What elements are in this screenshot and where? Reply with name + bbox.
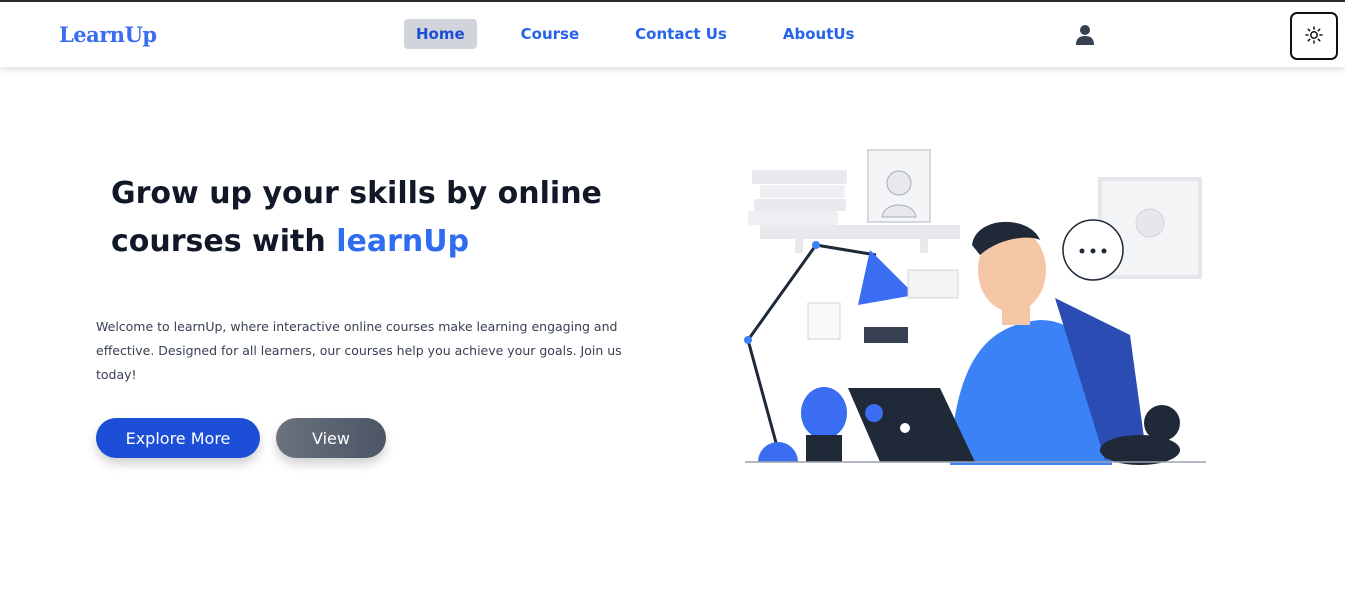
sun-icon (1305, 25, 1323, 47)
hero-title: Grow up your skills by online courses wi… (111, 170, 631, 266)
explore-more-button[interactable]: Explore More (96, 418, 260, 458)
main-nav: Home Course Contact Us AboutUs (404, 19, 886, 49)
logo[interactable]: LearnUp (59, 22, 157, 47)
navbar: LearnUp Home Course Contact Us AboutUs (0, 2, 1345, 67)
nav-link-home[interactable]: Home (404, 19, 477, 49)
nav-link-contact-us[interactable]: Contact Us (623, 19, 739, 49)
view-button[interactable]: View (276, 418, 386, 458)
hero-title-accent: learnUp (336, 224, 470, 259)
hero-description: Welcome to learnUp, where interactive on… (96, 319, 622, 382)
hero-title-line1: Grow up your skills by online (111, 176, 602, 211)
hero-illustration (740, 145, 1210, 475)
nav-link-about-us[interactable]: AboutUs (771, 19, 867, 49)
nav-link-course[interactable]: Course (509, 19, 592, 49)
user-icon[interactable] (1075, 24, 1095, 46)
bookshelf-illustration (748, 149, 960, 253)
hero-title-line2: courses with (111, 224, 337, 259)
theme-toggle-button[interactable] (1290, 12, 1338, 60)
